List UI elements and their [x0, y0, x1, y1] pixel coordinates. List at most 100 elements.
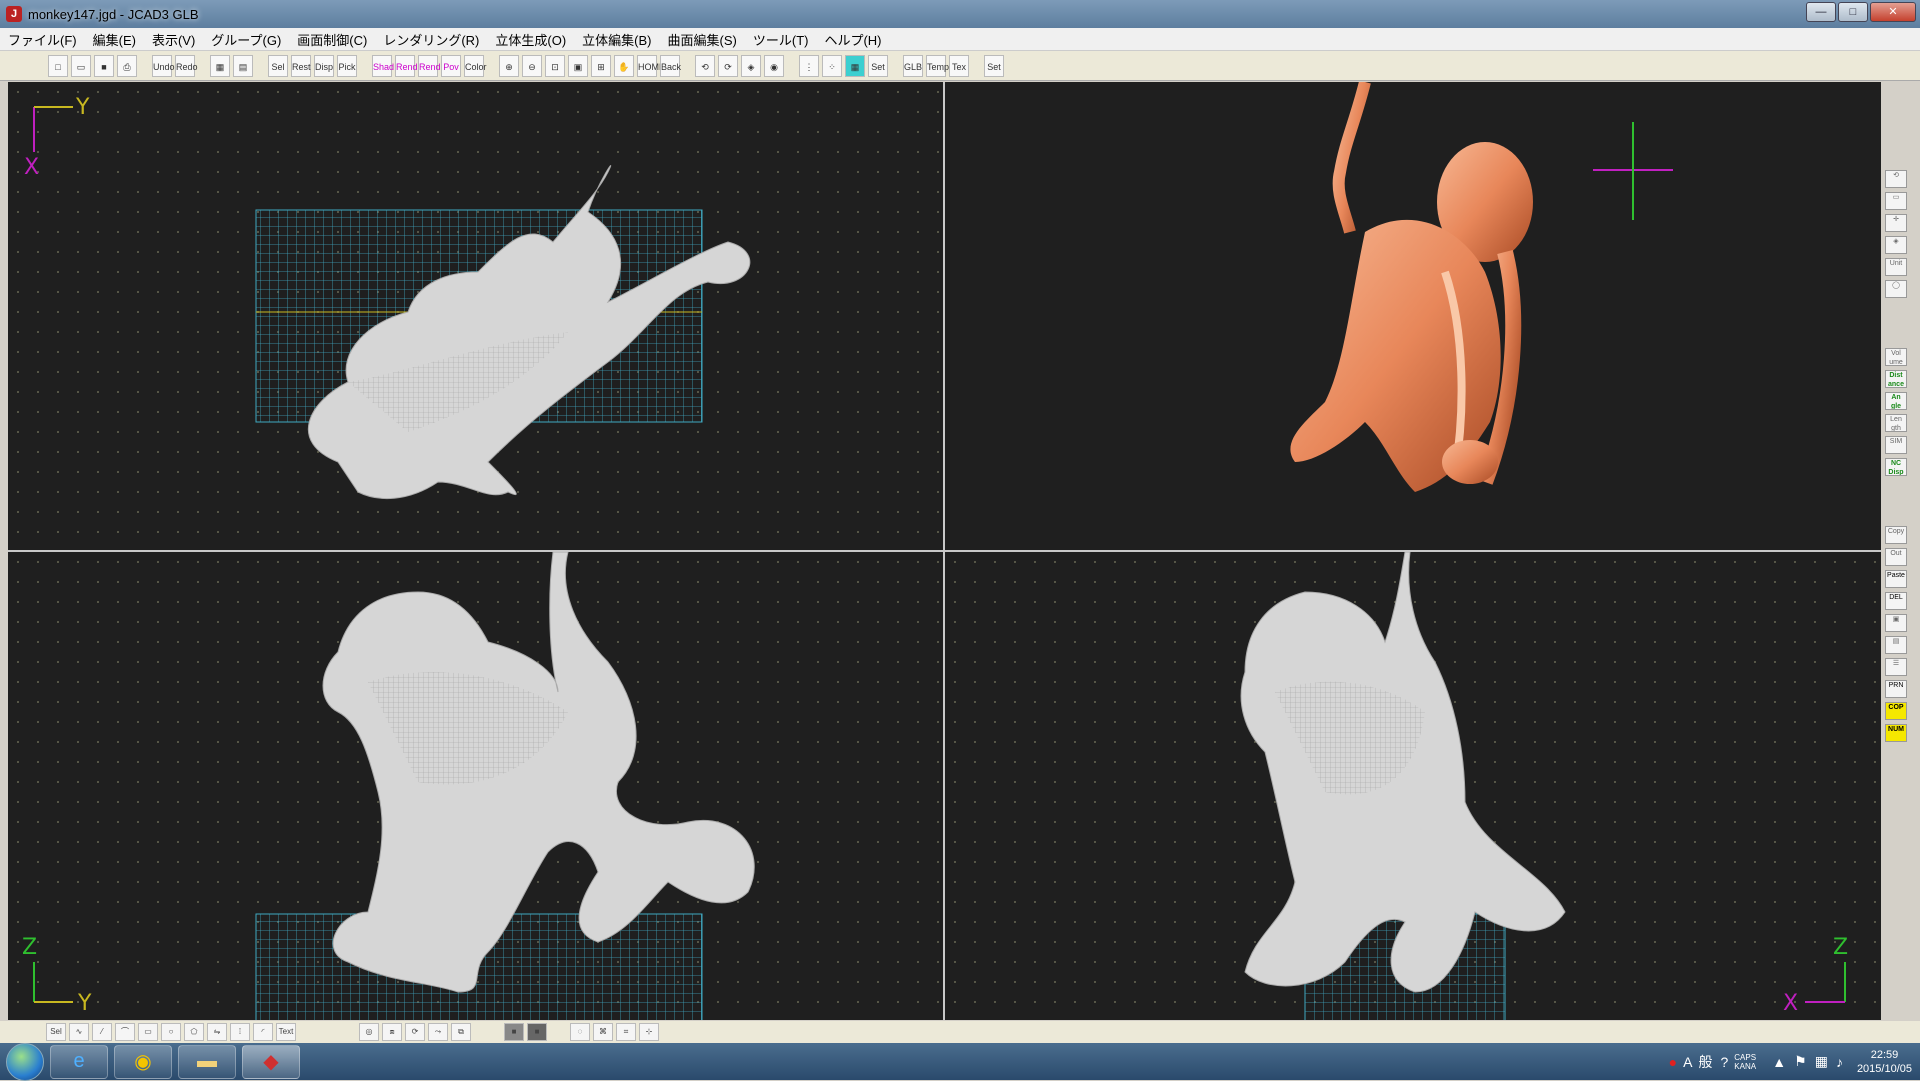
perspective-tool-icon[interactable]: ◈ [1885, 236, 1907, 254]
new-file-icon[interactable]: □ [48, 54, 68, 77]
sweep-tool-icon[interactable]: ⤳ [428, 1023, 448, 1041]
curve-tool-icon[interactable]: ∿ [69, 1023, 89, 1041]
menu-file[interactable]: ファイル(F) [0, 30, 85, 49]
surface-tool-icon[interactable]: ◌ [570, 1023, 590, 1041]
ime-label[interactable]: 般 [1698, 1052, 1712, 1072]
redo-button[interactable]: Redo [175, 54, 198, 77]
shade-darker-icon[interactable]: ■ [527, 1023, 547, 1041]
sel-grp-button[interactable]: Sel Grp [268, 54, 288, 94]
text-tool-button[interactable]: Text [276, 1023, 296, 1041]
loft-tool-icon[interactable]: ⧉ [451, 1023, 471, 1041]
set-home-button[interactable]: Set Home [984, 54, 1009, 94]
delete-button[interactable]: DEL [1885, 592, 1907, 610]
template-button[interactable]: Temp late [926, 54, 949, 94]
num-indicator[interactable]: NUM [1885, 724, 1907, 742]
rest-grp-button[interactable]: Rest Grp [291, 54, 311, 94]
minimize-button[interactable]: — [1806, 2, 1836, 22]
menu-view[interactable]: 表示(V) [144, 30, 203, 49]
list-tool-icon[interactable]: ☰ [1885, 658, 1907, 676]
save-icon[interactable]: ■ [94, 54, 114, 77]
explorer-icon[interactable]: ▬ [178, 1044, 236, 1079]
zoom-out-icon[interactable]: ⊖ [522, 54, 542, 77]
pick-grp-button[interactable]: Pick Grp [337, 54, 357, 94]
box-tool-icon[interactable]: ▭ [1885, 192, 1907, 210]
open-folder-icon[interactable]: ▭ [71, 54, 91, 77]
start-button[interactable] [6, 1042, 44, 1081]
snap-icon[interactable]: ⁘ [822, 54, 842, 77]
nc-disp-button[interactable]: NC Disp [1885, 458, 1907, 476]
fillet-tool-icon[interactable]: ◜ [253, 1023, 273, 1041]
angle-button[interactable]: An gle [1885, 392, 1907, 410]
menu-tools[interactable]: ツール(T) [745, 30, 817, 49]
ime-mode[interactable]: A [1683, 1054, 1692, 1070]
pov-button[interactable]: Pov [441, 54, 461, 77]
prn-button[interactable]: PRN [1885, 680, 1907, 698]
help-icon[interactable]: ? [1720, 1054, 1728, 1070]
close-button[interactable]: ✕ [1870, 2, 1916, 22]
disp-grp-button[interactable]: Disp Grp [314, 54, 334, 94]
viewport-perspective[interactable] [945, 82, 1881, 550]
extrude-tool-icon[interactable]: ⧈ [382, 1023, 402, 1041]
pan-hand-icon[interactable]: ✋ [614, 54, 634, 77]
show-hidden-icons-icon[interactable]: ▲ [1772, 1054, 1786, 1070]
menu-solid-create[interactable]: 立体生成(O) [487, 30, 574, 49]
zoom-in-icon[interactable]: ⊕ [499, 54, 519, 77]
rotate-view-2-icon[interactable]: ⟳ [718, 54, 738, 77]
fill-icon[interactable]: ▦ [845, 54, 865, 77]
set-base-button[interactable]: Set Base [868, 54, 890, 94]
unit-button[interactable]: Unit [1885, 258, 1907, 276]
security-icon[interactable]: ● [1669, 1054, 1677, 1070]
shad-ogl-button[interactable]: Shad O.GL [372, 54, 395, 94]
maximize-button[interactable]: □ [1838, 2, 1868, 22]
print-icon[interactable]: ⎙ [117, 54, 137, 77]
rect-tool-icon[interactable]: ▭ [138, 1023, 158, 1041]
rotate-view-4-icon[interactable]: ◉ [764, 54, 784, 77]
ie-icon[interactable]: e [50, 1044, 108, 1079]
rotate-view-3-icon[interactable]: ◈ [741, 54, 761, 77]
undo-button[interactable]: Undo [152, 54, 175, 77]
volume-icon[interactable]: ♪ [1836, 1054, 1843, 1070]
home-button[interactable]: HOME [637, 54, 665, 77]
view-copy-icon[interactable]: ▦ [210, 54, 230, 77]
rotate-view-icon[interactable]: ⟲ [695, 54, 715, 77]
menu-rendering[interactable]: レンダリング(R) [375, 30, 487, 49]
menu-screen-control[interactable]: 画面制御(C) [289, 30, 375, 49]
line-tool-icon[interactable]: ⁄ [92, 1023, 112, 1041]
clock[interactable]: 22:59 2015/10/05 [1857, 1048, 1912, 1076]
move-tool-icon[interactable]: ✛ [1885, 214, 1907, 232]
chrome-icon[interactable]: ◉ [114, 1044, 172, 1079]
rotate-tool-icon[interactable]: ⟲ [1885, 170, 1907, 188]
paste-button[interactable]: Paste [1885, 570, 1907, 588]
menu-solid-edit[interactable]: 立体編集(B) [574, 30, 659, 49]
select-button[interactable]: Sel [46, 1023, 66, 1041]
viewport-top[interactable]: Y X [8, 82, 943, 550]
rend-ogl-button[interactable]: Rend O.GL [395, 54, 418, 94]
array-tool-icon[interactable]: ⁞ [230, 1023, 250, 1041]
view-split-icon[interactable]: ▤ [233, 54, 253, 77]
viewport-side[interactable]: Z X [945, 552, 1881, 1020]
length-button[interactable]: Len gth [1885, 414, 1907, 432]
surface-tool-2-icon[interactable]: ⌘ [593, 1023, 613, 1041]
menu-surface-edit[interactable]: 曲面編集(S) [660, 30, 745, 49]
glb-button[interactable]: GLB [903, 54, 923, 77]
surface-tool-3-icon[interactable]: ⌗ [616, 1023, 636, 1041]
texture-button[interactable]: Tex ture [949, 54, 969, 94]
copy-button[interactable]: Copy [1885, 526, 1907, 544]
zoom-fit-icon[interactable]: ▣ [568, 54, 588, 77]
volume-button[interactable]: Vol ume [1885, 348, 1907, 366]
network-icon[interactable]: ▦ [1815, 1053, 1828, 1070]
back-button[interactable]: Back [660, 54, 681, 77]
image-tool-icon[interactable]: ▣ [1885, 614, 1907, 632]
menu-group[interactable]: グループ(G) [203, 30, 289, 49]
action-center-icon[interactable]: ⚑ [1794, 1053, 1807, 1070]
rend-ray-button[interactable]: Rend Ray [418, 54, 441, 94]
zoom-window-icon[interactable]: ⊡ [545, 54, 565, 77]
polygon-tool-icon[interactable]: ⬠ [184, 1023, 204, 1041]
cop-indicator[interactable]: COP [1885, 702, 1907, 720]
grid-icon[interactable]: ⋮ [799, 54, 819, 77]
distance-button[interactable]: Dist ance [1885, 370, 1907, 388]
surface-tool-4-icon[interactable]: ⊹ [639, 1023, 659, 1041]
menu-edit[interactable]: 編集(E) [85, 30, 144, 49]
arc-tool-icon[interactable]: ⌒ [115, 1023, 135, 1041]
shade-dark-icon[interactable]: ■ [504, 1023, 524, 1041]
